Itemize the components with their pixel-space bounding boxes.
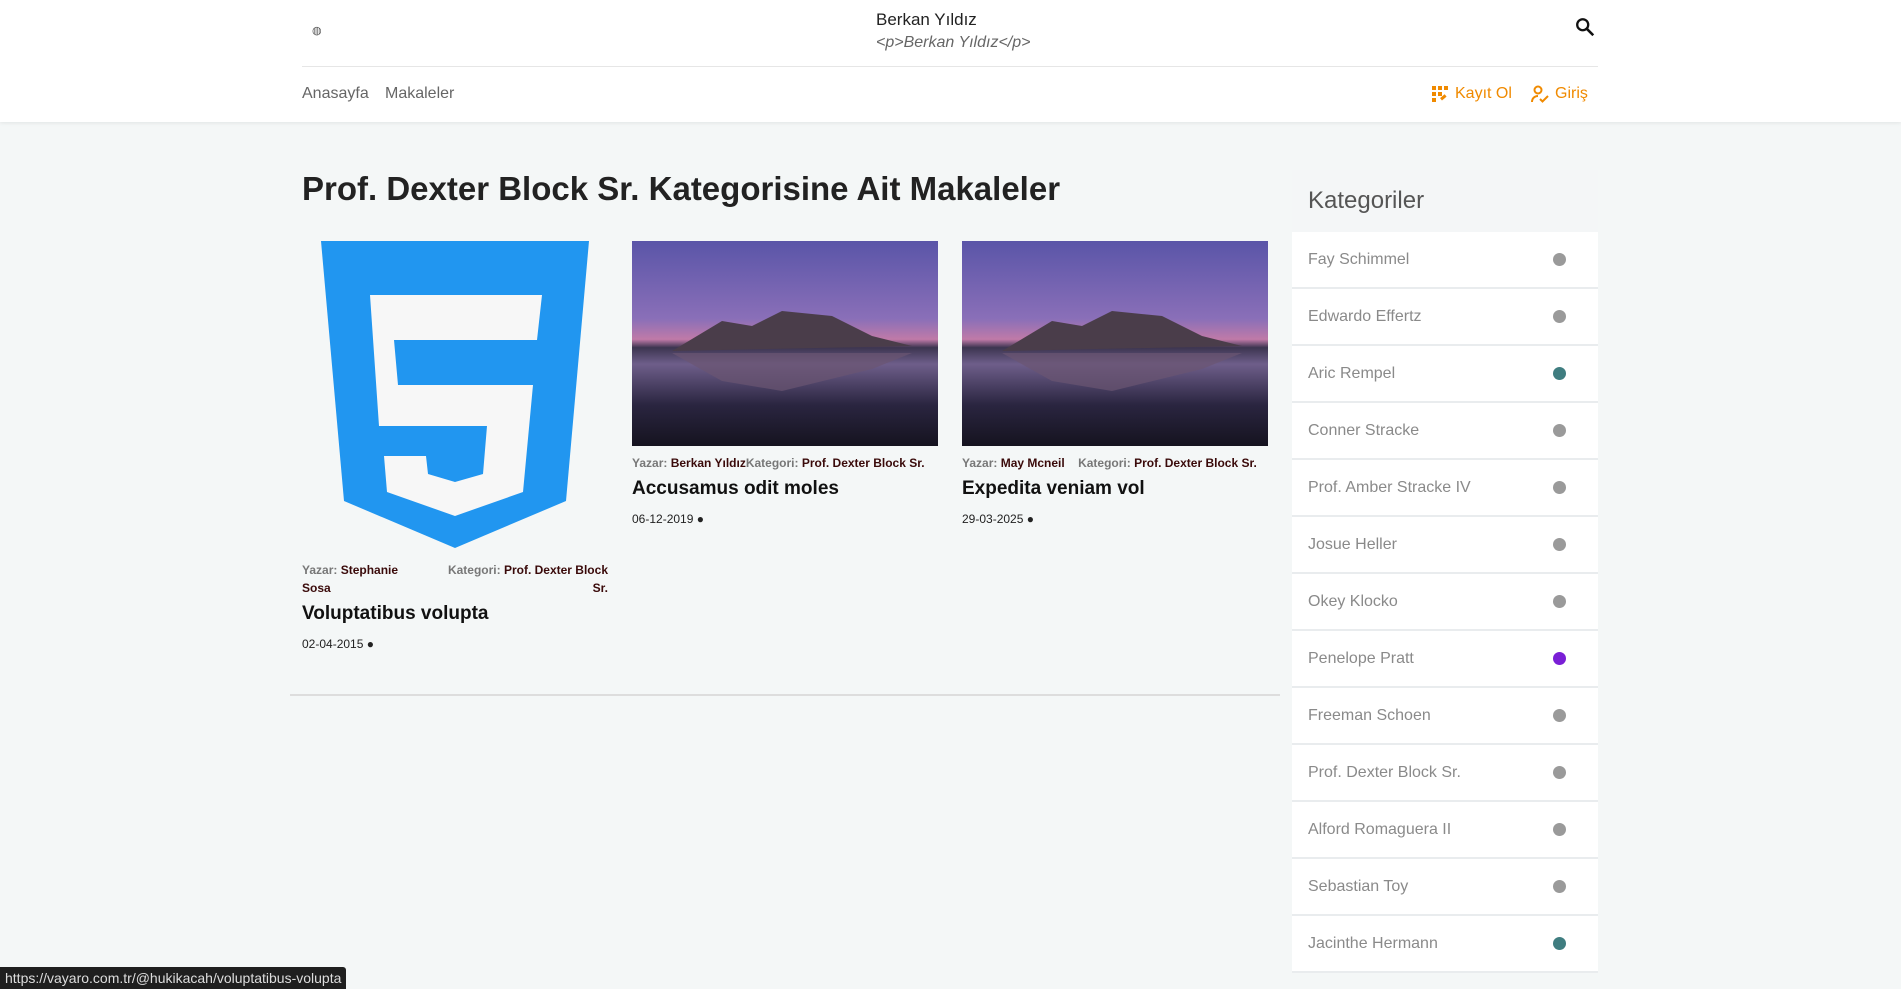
category-dot-icon — [1553, 538, 1566, 551]
categories-sidebar: Kategoriler Fay Schimmel Edwardo Effertz A… — [1292, 170, 1598, 973]
article-title[interactable]: Accusamus odit moles — [632, 478, 938, 500]
article-meta: Yazar: Berkan YıldızKategori: Prof. Dext… — [632, 456, 925, 470]
landscape-image[interactable] — [632, 241, 938, 446]
nav-articles[interactable]: Makaleler — [385, 85, 454, 103]
register-label: Kayıt Ol — [1455, 85, 1512, 102]
grid-icon — [1432, 86, 1448, 102]
site-tagline: <p>Berkan Yıldız</p> — [876, 34, 1031, 51]
sidebar-category-item[interactable]: Aric Rempel — [1292, 346, 1598, 403]
register-button[interactable]: Kayıt Ol — [1431, 85, 1512, 103]
category-dot-icon — [1553, 937, 1566, 950]
article-meta: Yazar: May Mcneil Kategori: Prof. Dexter… — [962, 456, 1257, 470]
sidebar-category-item[interactable]: Okey Klocko — [1292, 574, 1598, 631]
search-icon[interactable] — [1574, 16, 1596, 38]
category-label: Conner Stracke — [1308, 421, 1420, 439]
site-header: ◍ Berkan Yıldız <p>Berkan Yıldız</p> Ana… — [0, 0, 1901, 122]
site-brand[interactable]: Berkan Yıldız — [876, 10, 977, 30]
article-date: 29-03-2025 ● — [962, 512, 1034, 526]
article-category[interactable]: Prof. Dexter Block Sr. — [1134, 456, 1257, 470]
sidebar-category-item[interactable]: Prof. Dexter Block Sr. — [1292, 745, 1598, 802]
page-title: Prof. Dexter Block Sr. Kategorisine Ait … — [302, 170, 1061, 207]
category-dot-icon — [1553, 709, 1566, 722]
category-label: Fay Schimmel — [1308, 250, 1410, 268]
sidebar-category-item[interactable]: Fay Schimmel — [1292, 232, 1598, 289]
css3-logo-image[interactable] — [302, 241, 608, 548]
category-label: Edwardo Effertz — [1308, 307, 1422, 325]
status-bar-url: https://vayaro.com.tr/@hukikacah/volupta… — [0, 967, 347, 989]
category-dot-icon — [1553, 823, 1566, 836]
category-label: Jacinthe Hermann — [1308, 934, 1438, 952]
sidebar-category-item[interactable]: Josue Heller — [1292, 517, 1598, 574]
sidebar-category-item[interactable]: Prof. Amber Stracke IV — [1292, 460, 1598, 517]
article-date: 02-04-2015 ● — [302, 637, 374, 651]
category-dot-icon — [1553, 367, 1566, 380]
category-label: Okey Klocko — [1308, 592, 1398, 610]
article-category[interactable]: Prof. Dexter Block Sr. — [802, 456, 925, 470]
article-card[interactable]: Yazar: Berkan YıldızKategori: Prof. Dext… — [632, 241, 938, 526]
sidebar-category-item[interactable]: Jacinthe Hermann — [1292, 916, 1598, 973]
category-label: Freeman Schoen — [1308, 706, 1431, 724]
category-dot-icon — [1553, 595, 1566, 608]
article-card[interactable]: Yazar: May Mcneil Kategori: Prof. Dexter… — [962, 241, 1268, 526]
user-check-icon — [1531, 85, 1549, 103]
logo-icon[interactable]: ◍ — [312, 24, 322, 37]
nav-home[interactable]: Anasayfa — [302, 85, 369, 103]
sidebar-category-item[interactable]: Freeman Schoen — [1292, 688, 1598, 745]
category-dot-icon — [1553, 481, 1566, 494]
header-divider — [302, 66, 1598, 67]
sidebar-title: Kategoriler — [1292, 170, 1598, 232]
category-label: Prof. Amber Stracke IV — [1308, 478, 1471, 496]
sidebar-category-item[interactable]: Sebastian Toy — [1292, 859, 1598, 916]
sidebar-category-item[interactable]: Conner Stracke — [1292, 403, 1598, 460]
category-dot-icon — [1553, 310, 1566, 323]
category-label: Penelope Pratt — [1308, 649, 1414, 667]
login-button[interactable]: Giriş — [1531, 85, 1588, 103]
sidebar-category-item[interactable]: Edwardo Effertz — [1292, 289, 1598, 346]
article-title[interactable]: Voluptatibus volupta — [302, 603, 608, 625]
article-card[interactable]: Yazar: Stephanie Sosa Kategori: Prof. De… — [302, 241, 608, 651]
category-label: Prof. Dexter Block Sr. — [1308, 763, 1461, 781]
content-divider — [290, 694, 1280, 696]
category-dot-icon — [1553, 652, 1566, 665]
article-author[interactable]: May Mcneil — [1001, 456, 1065, 470]
category-label: Sebastian Toy — [1308, 877, 1409, 895]
article-author[interactable]: Berkan Yıldız — [671, 456, 746, 470]
login-label: Giriş — [1555, 85, 1588, 102]
category-dot-icon — [1553, 766, 1566, 779]
category-dot-icon — [1553, 880, 1566, 893]
category-label: Josue Heller — [1308, 535, 1397, 553]
sidebar-category-item[interactable]: Penelope Pratt — [1292, 631, 1598, 688]
category-label: Alford Romaguera II — [1308, 820, 1452, 838]
article-title[interactable]: Expedita veniam vol — [962, 478, 1268, 500]
category-label: Aric Rempel — [1308, 364, 1396, 382]
article-author[interactable]: Yazar: Stephanie Sosa — [302, 561, 412, 597]
article-date: 06-12-2019 ● — [632, 512, 704, 526]
landscape-image[interactable] — [962, 241, 1268, 446]
sidebar-category-item[interactable]: Alford Romaguera II — [1292, 802, 1598, 859]
article-category[interactable]: Kategori: Prof. Dexter Block Sr. — [438, 561, 608, 597]
category-dot-icon — [1553, 253, 1566, 266]
category-dot-icon — [1553, 424, 1566, 437]
